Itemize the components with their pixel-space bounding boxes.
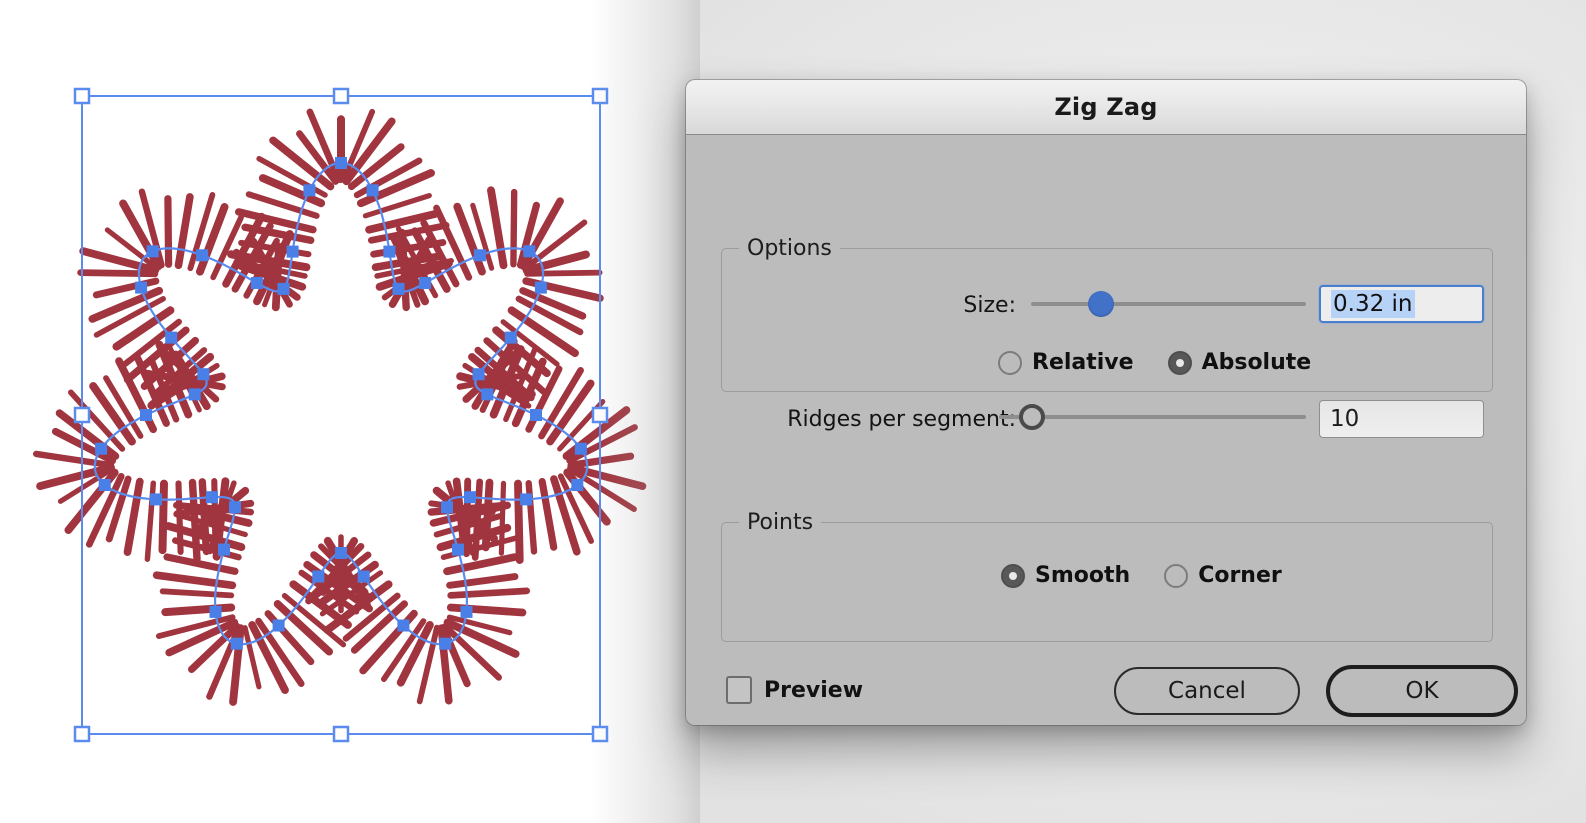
ridges-slider-track[interactable] xyxy=(999,415,1306,419)
preview-label: Preview xyxy=(764,677,864,703)
radio-relative-icon[interactable] xyxy=(998,350,1022,375)
radio-corner-icon[interactable] xyxy=(1164,563,1189,588)
preview-checkbox-row[interactable]: Preview xyxy=(726,676,863,704)
options-group-label: Options xyxy=(739,236,840,261)
size-slider-track[interactable] xyxy=(1031,302,1306,306)
radio-relative-label: Relative xyxy=(1032,350,1134,375)
size-mode-radio-group[interactable]: Relative Absolute xyxy=(998,350,1311,375)
ridges-input-value: 10 xyxy=(1330,406,1360,432)
points-group-label: Points xyxy=(739,510,822,535)
preview-checkbox-icon[interactable] xyxy=(726,676,752,704)
radio-smooth[interactable]: Smooth xyxy=(1001,563,1130,588)
radio-smooth-icon[interactable] xyxy=(1001,563,1025,588)
illustration-canvas[interactable] xyxy=(0,0,700,823)
zig-zag-dialog[interactable]: Zig Zag Options Size: 0.32 in Relative A… xyxy=(686,80,1526,725)
artwork-svg[interactable] xyxy=(0,0,700,823)
dialog-body: Options Size: 0.32 in Relative Absolute … xyxy=(686,135,1526,725)
cancel-button-label: Cancel xyxy=(1168,678,1246,704)
ridges-input[interactable]: 10 xyxy=(1319,400,1484,438)
size-slider-knob[interactable] xyxy=(1088,291,1115,317)
radio-absolute-label: Absolute xyxy=(1201,350,1312,375)
size-input[interactable]: 0.32 in xyxy=(1319,285,1484,323)
radio-absolute-icon[interactable] xyxy=(1167,350,1192,375)
radio-relative[interactable]: Relative xyxy=(998,350,1134,375)
dialog-title: Zig Zag xyxy=(1054,93,1158,121)
size-slider[interactable] xyxy=(1031,290,1306,318)
ridges-label: Ridges per segment: xyxy=(787,407,1016,432)
ok-button[interactable]: OK xyxy=(1326,665,1518,717)
ok-button-label: OK xyxy=(1405,678,1439,704)
ridges-slider-knob[interactable] xyxy=(1018,404,1045,430)
radio-smooth-label: Smooth xyxy=(1035,563,1131,588)
dialog-title-bar[interactable]: Zig Zag xyxy=(686,80,1526,135)
radio-absolute[interactable]: Absolute xyxy=(1167,350,1312,375)
cancel-button[interactable]: Cancel xyxy=(1114,667,1300,715)
size-label: Size: xyxy=(963,293,1016,318)
zigzag-ridges xyxy=(33,108,647,706)
ridges-slider[interactable] xyxy=(999,403,1306,431)
size-input-value: 0.32 in xyxy=(1331,290,1415,318)
radio-corner[interactable]: Corner xyxy=(1164,563,1282,588)
points-radio-group[interactable]: Smooth Corner xyxy=(1001,563,1282,588)
radio-corner-label: Corner xyxy=(1198,563,1282,588)
